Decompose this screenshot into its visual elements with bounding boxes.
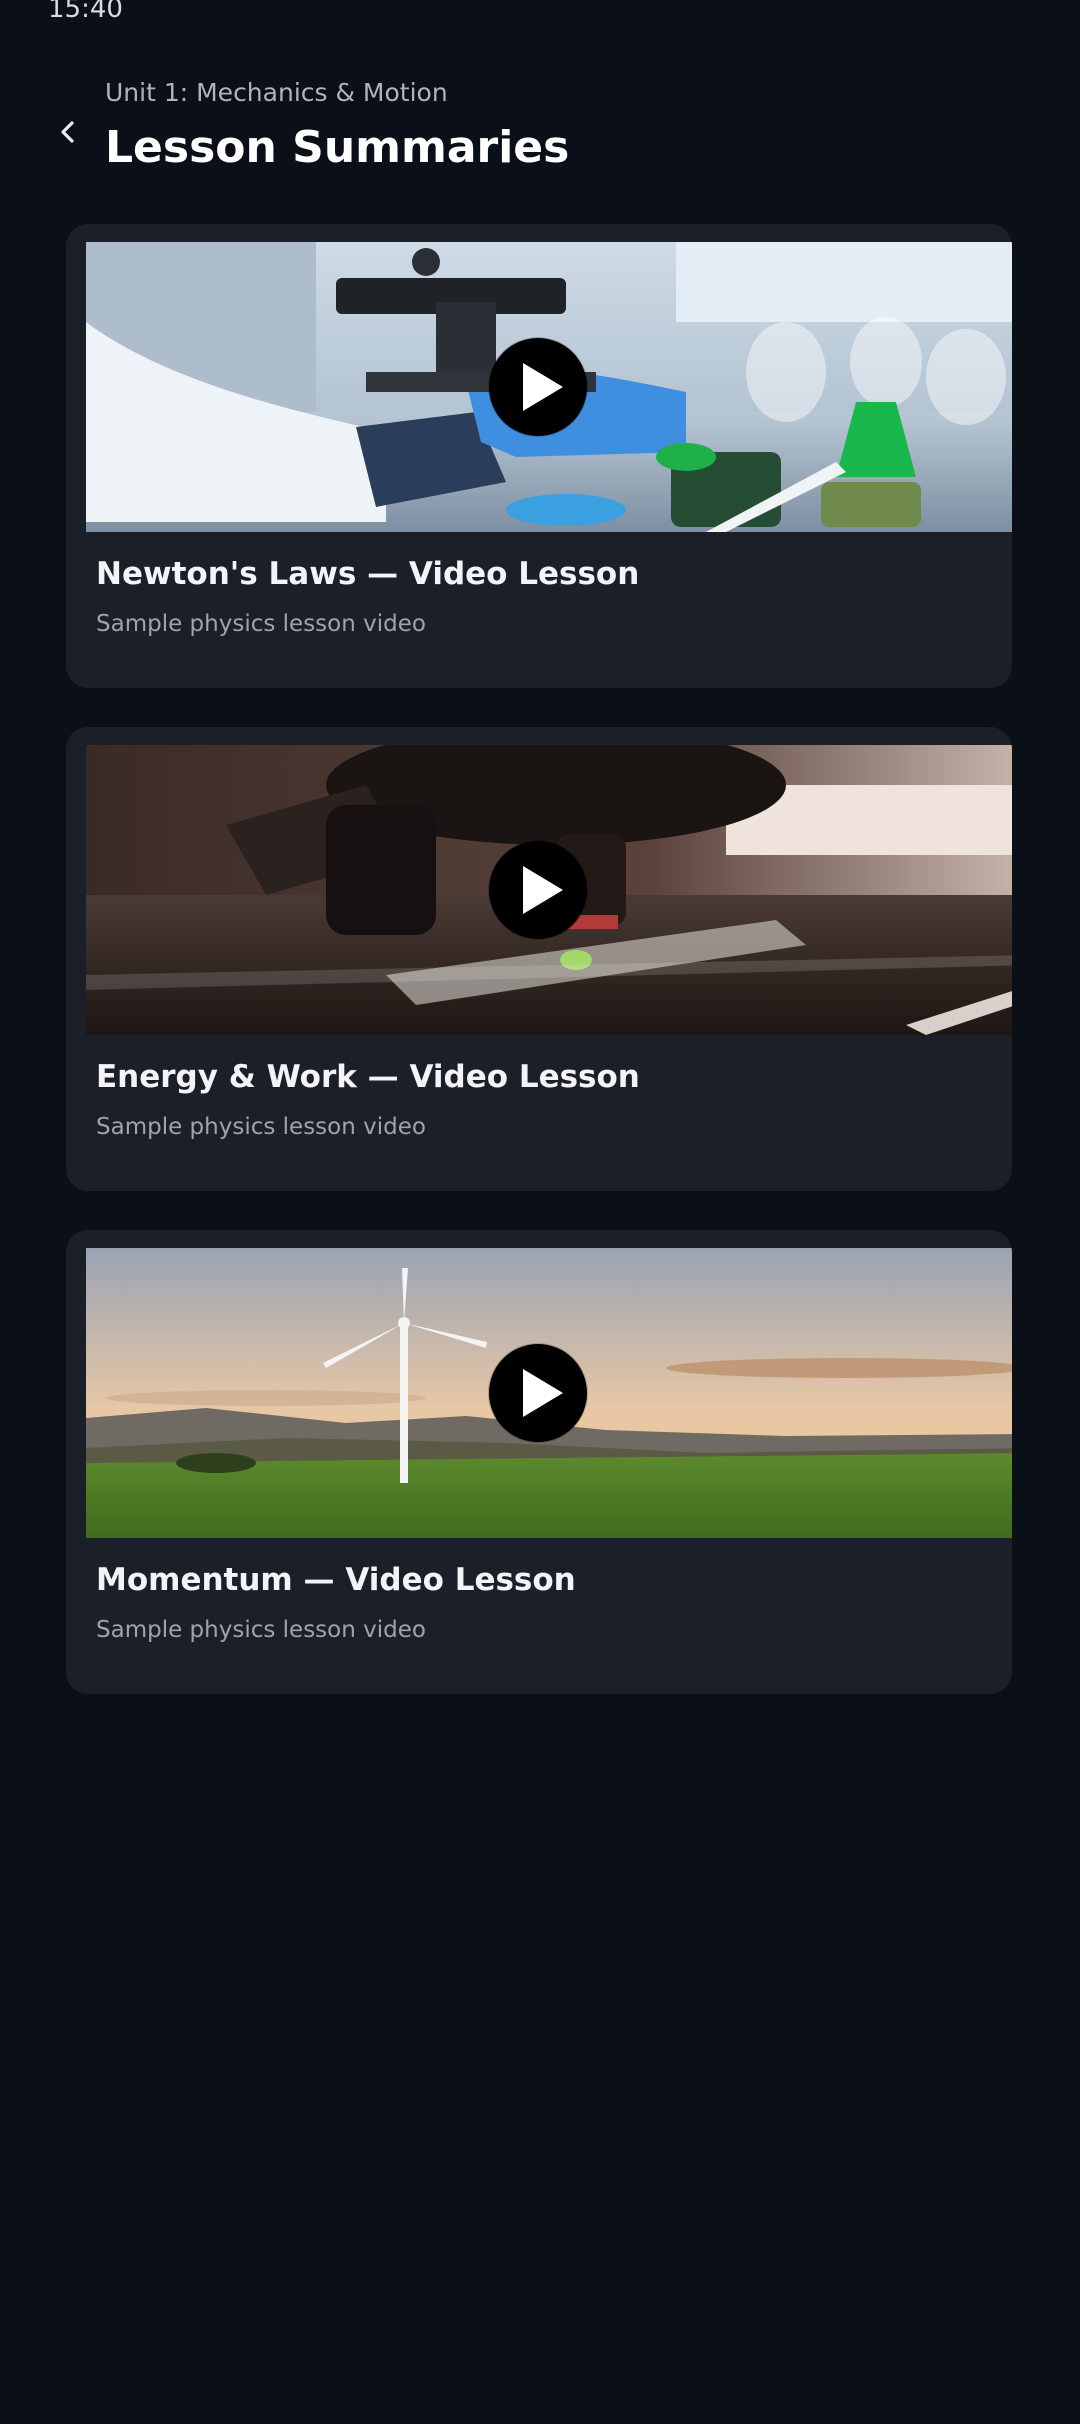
lesson-card[interactable]: Momentum — Video Lesson Sample physics l…: [66, 1230, 1012, 1694]
status-time: 15:40: [48, 0, 123, 24]
back-button[interactable]: [48, 110, 88, 154]
lesson-card[interactable]: Energy & Work — Video Lesson Sample phys…: [66, 727, 1012, 1191]
lesson-title: Energy & Work — Video Lesson: [96, 1059, 640, 1095]
breadcrumb: Unit 1: Mechanics & Motion: [105, 78, 448, 107]
play-icon: [522, 866, 563, 914]
play-button[interactable]: [488, 1344, 587, 1442]
video-thumbnail[interactable]: [86, 242, 1012, 532]
video-thumbnail[interactable]: [86, 745, 1012, 1035]
lesson-subtitle: Sample physics lesson video: [96, 1617, 426, 1643]
lesson-subtitle: Sample physics lesson video: [96, 1114, 426, 1140]
lesson-title: Newton's Laws — Video Lesson: [96, 556, 640, 592]
play-button[interactable]: [488, 841, 587, 939]
page-title: Lesson Summaries: [105, 122, 570, 173]
play-button[interactable]: [488, 338, 587, 436]
play-icon: [522, 1369, 563, 1417]
video-thumbnail[interactable]: [86, 1248, 1012, 1538]
play-icon: [522, 363, 563, 411]
lesson-subtitle: Sample physics lesson video: [96, 611, 426, 637]
chevron-left-icon: [61, 121, 74, 143]
lesson-card[interactable]: Newton's Laws — Video Lesson Sample phys…: [66, 224, 1012, 688]
lesson-title: Momentum — Video Lesson: [96, 1562, 576, 1598]
